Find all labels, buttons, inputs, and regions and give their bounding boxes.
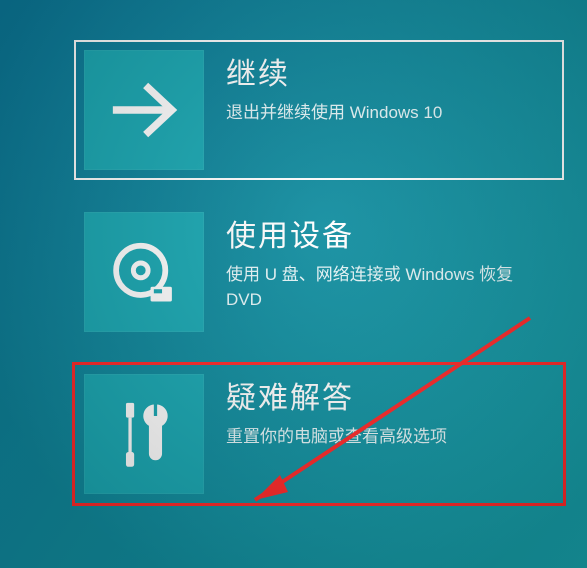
disc-device-icon: [103, 231, 185, 313]
option-continue-text: 继续 退出并继续使用 Windows 10: [226, 50, 442, 126]
option-continue-icon-tile: [84, 50, 204, 170]
option-use-device-desc: 使用 U 盘、网络连接或 Windows 恢复 DVD: [226, 263, 550, 312]
option-use-device-text: 使用设备 使用 U 盘、网络连接或 Windows 恢复 DVD: [226, 212, 550, 312]
option-continue-title: 继续: [226, 58, 442, 91]
option-use-device-icon-tile: [84, 212, 204, 332]
option-use-device-title: 使用设备: [226, 220, 550, 253]
option-troubleshoot[interactable]: 疑难解答 重置你的电脑或查看高级选项: [74, 364, 564, 504]
boot-options-list: 继续 退出并继续使用 Windows 10 使用设备 使用 U 盘、网络连接或 …: [74, 40, 564, 504]
option-troubleshoot-desc: 重置你的电脑或查看高级选项: [226, 425, 447, 450]
option-troubleshoot-title: 疑难解答: [226, 382, 447, 415]
tools-icon: [103, 393, 185, 475]
option-troubleshoot-text: 疑难解答 重置你的电脑或查看高级选项: [226, 374, 447, 450]
option-use-device[interactable]: 使用设备 使用 U 盘、网络连接或 Windows 恢复 DVD: [74, 202, 564, 342]
option-continue[interactable]: 继续 退出并继续使用 Windows 10: [74, 40, 564, 180]
arrow-right-icon: [103, 69, 185, 151]
option-continue-desc: 退出并继续使用 Windows 10: [226, 101, 442, 126]
option-troubleshoot-icon-tile: [84, 374, 204, 494]
